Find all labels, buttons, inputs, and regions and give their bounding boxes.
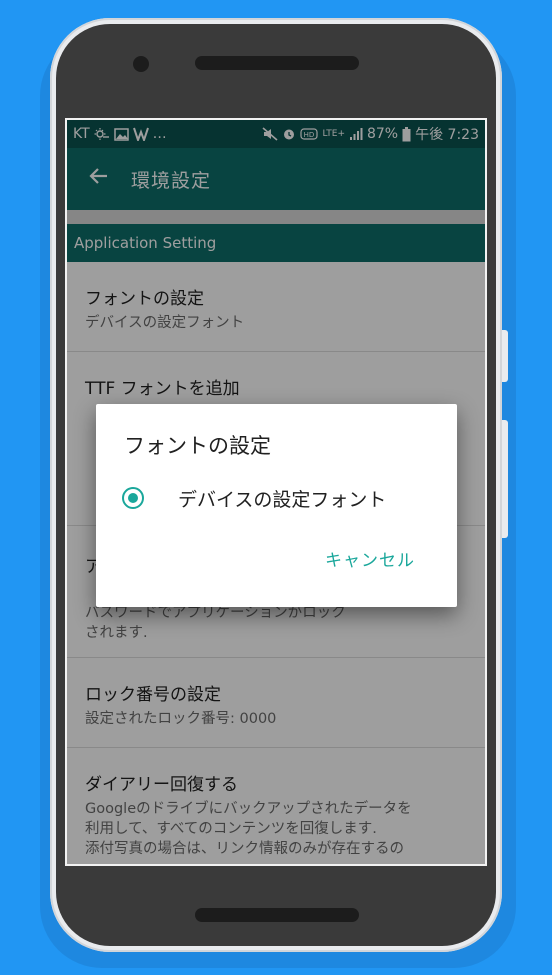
bottom-speaker [195,908,359,922]
side-button-upper [502,330,508,382]
font-option-device-default[interactable]: デバイスの設定フォント [122,482,386,514]
radio-selected-icon[interactable] [122,487,144,509]
radio-dot [128,493,138,503]
earpiece-speaker [195,56,359,70]
font-option-label: デバイスの設定フォント [178,488,387,511]
font-setting-dialog: フォントの設定 デバイスの設定フォント キャンセル [96,404,457,607]
front-camera [133,56,149,72]
cancel-button[interactable]: キャンセル [325,546,415,571]
side-button-lower [502,420,508,538]
dialog-title: フォントの設定 [124,434,271,458]
